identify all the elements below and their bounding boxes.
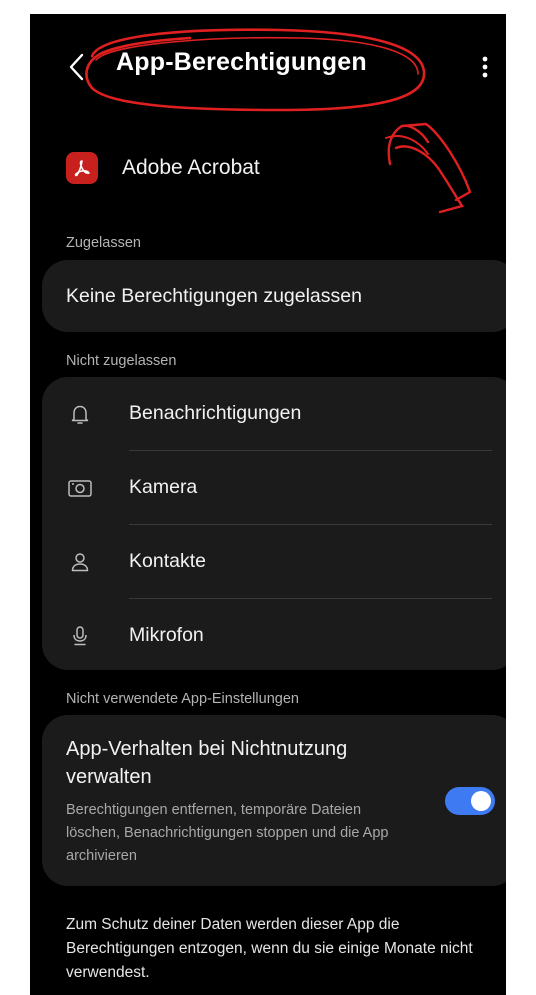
section-label-unused: Nicht verwendete App-Einstellungen [66, 691, 299, 707]
microphone-icon [66, 622, 94, 650]
adobe-acrobat-logo-icon [66, 152, 98, 184]
permission-row-notifications[interactable]: Benachrichtigungen [42, 377, 506, 450]
permission-label: Kontakte [129, 550, 206, 572]
more-vertical-icon [482, 56, 488, 78]
more-options-button[interactable] [470, 52, 500, 82]
permission-row-contacts[interactable]: Kontakte [42, 525, 506, 598]
person-icon [66, 548, 94, 576]
manage-unused-toggle[interactable] [445, 787, 495, 815]
no-permissions-text: Keine Berechtigungen zugelassen [66, 284, 362, 307]
phone-screen: App-Berechtigungen Adobe Acrobat Zugelas… [30, 14, 506, 995]
unused-setting-title: App-Verhalten bei Nichtnutzung verwalten [66, 738, 348, 788]
page-title: App-Berechtigungen [116, 48, 367, 76]
permission-row-camera[interactable]: Kamera [42, 451, 506, 524]
unused-setting-description: Berechtigungen entfernen, temporäre Date… [66, 802, 389, 864]
permission-row-microphone[interactable]: Mikrofon [42, 599, 506, 672]
footer-note: Zum Schutz deiner Daten werden dieser Ap… [66, 916, 473, 981]
app-info-row: Adobe Acrobat [66, 150, 260, 186]
section-label-allowed: Zugelassen [66, 235, 141, 251]
unused-app-settings-card[interactable]: App-Verhalten bei Nichtnutzung verwalten… [42, 715, 506, 886]
permission-label: Benachrichtigungen [129, 402, 302, 424]
top-app-bar: App-Berechtigungen [30, 14, 506, 124]
permission-label: Mikrofon [129, 624, 204, 646]
allowed-permissions-card: Keine Berechtigungen zugelassen [42, 260, 506, 332]
permission-label: Kamera [129, 476, 198, 498]
app-name: Adobe Acrobat [122, 156, 260, 179]
chevron-left-icon [69, 53, 84, 81]
bell-icon [66, 400, 94, 428]
camera-icon [66, 474, 94, 502]
toggle-knob [471, 791, 491, 811]
denied-permissions-card: Benachrichtigungen Kamera Kontakte Mikro… [42, 377, 506, 670]
section-label-denied: Nicht zugelassen [66, 353, 177, 369]
back-button[interactable] [64, 52, 90, 82]
